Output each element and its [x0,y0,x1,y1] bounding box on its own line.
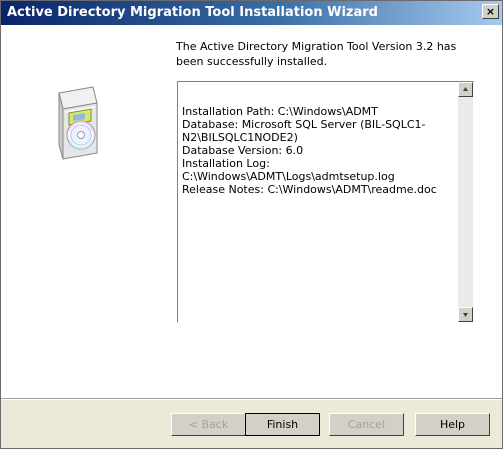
cancel-button[interactable]: Cancel [329,413,404,436]
window-title: Active Directory Migration Tool Installa… [7,5,378,20]
back-button[interactable]: < Back [171,413,246,436]
close-button[interactable]: × [482,4,499,19]
details-scrollbar[interactable] [457,82,473,322]
help-button[interactable]: Help [415,413,490,436]
wizard-button-row: < Back Finish Cancel Help [1,400,502,448]
title-bar: Active Directory Migration Tool Installa… [1,1,502,25]
software-box-cd-icon [51,75,105,161]
installation-details-text: Installation Path: C:\Windows\ADMT Datab… [178,82,458,322]
scroll-up-glyph [463,87,468,91]
finish-button[interactable]: Finish [245,413,320,436]
scroll-down-glyph [463,313,468,317]
scroll-down-arrow-icon[interactable] [458,307,473,322]
success-message: The Active Directory Migration Tool Vers… [176,40,457,68]
installation-wizard-window: Active Directory Migration Tool Installa… [0,0,503,449]
scroll-up-arrow-icon[interactable] [458,82,473,97]
wizard-content: The Active Directory Migration Tool Vers… [1,25,502,398]
software-box-cd-icon-graphic [58,86,98,160]
installation-details-box: Installation Path: C:\Windows\ADMT Datab… [177,81,474,323]
